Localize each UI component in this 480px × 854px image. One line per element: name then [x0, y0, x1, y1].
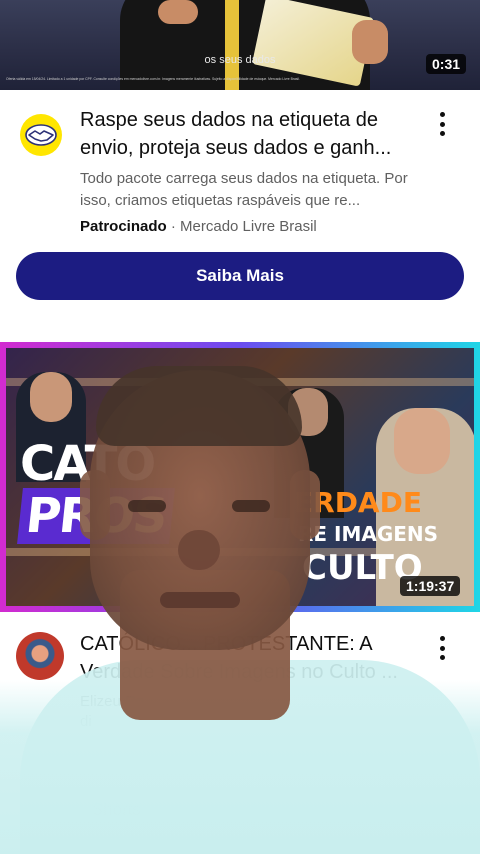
ad-info[interactable]: Raspe seus dados na etiqueta de envio, p… — [0, 104, 480, 239]
video-title[interactable]: CATÓLICO... PROTESTANTE: A Verdade Sobre… — [80, 630, 420, 686]
channel-name[interactable]: Elizeu Ro — [80, 692, 420, 712]
thumbnail-text: RE IMAGENS — [298, 522, 439, 546]
ad-text-block: Raspe seus dados na etiqueta de envio, p… — [80, 106, 410, 235]
advertiser-name: Mercado Livre Brasil — [180, 218, 317, 235]
more-options-icon[interactable] — [430, 110, 454, 138]
video-thumbnail[interactable]: CATO PROS ERDADE RE IMAGENS CULTO 1:19:3… — [0, 342, 480, 612]
ad-title[interactable]: Raspe seus dados na etiqueta de envio, p… — [80, 106, 410, 162]
hand-shape — [158, 0, 198, 24]
thumbnail-text: PROS — [17, 488, 175, 544]
thumbnail-text: ERDADE — [294, 486, 422, 519]
video-info[interactable]: CATÓLICO... PROTESTANTE: A Verdade Sobre… — [0, 628, 480, 730]
video-text-block: CATÓLICO... PROTESTANTE: A Verdade Sobre… — [80, 630, 420, 732]
thumbnail-caption: os seus dados — [204, 54, 276, 66]
saiba-mais-button[interactable]: Saiba Mais — [16, 252, 464, 300]
ad-description: Todo pacote carrega seus dados na etique… — [80, 170, 408, 209]
video-duration-badge: 1:19:37 — [400, 576, 461, 596]
channel-avatar[interactable] — [16, 632, 64, 680]
video-meta: Elizeu Ro di — [80, 692, 420, 732]
shorts-section-label: Shorts — [92, 800, 142, 819]
video-meta-line: di — [80, 713, 92, 730]
handshake-icon — [25, 124, 57, 146]
ad-video-thumbnail[interactable]: os seus dados Oferta válida em 15/04/24.… — [0, 0, 480, 90]
sponsored-label: Patrocinado — [80, 218, 167, 235]
ad-meta: Patrocinado · Mercado Livre Brasil — [80, 218, 410, 235]
more-options-icon[interactable] — [430, 634, 454, 662]
video-thumbnail-image: CATO PROS ERDADE RE IMAGENS CULTO — [6, 348, 474, 606]
ad-duration-badge: 0:31 — [426, 54, 467, 74]
advertiser-avatar[interactable] — [20, 114, 62, 156]
thumbnail-legal-text: Oferta válida em 15/04/24. Limitado a 1 … — [6, 77, 301, 81]
thumbnail-text: CATO — [20, 436, 156, 492]
meta-separator: · — [170, 218, 176, 235]
